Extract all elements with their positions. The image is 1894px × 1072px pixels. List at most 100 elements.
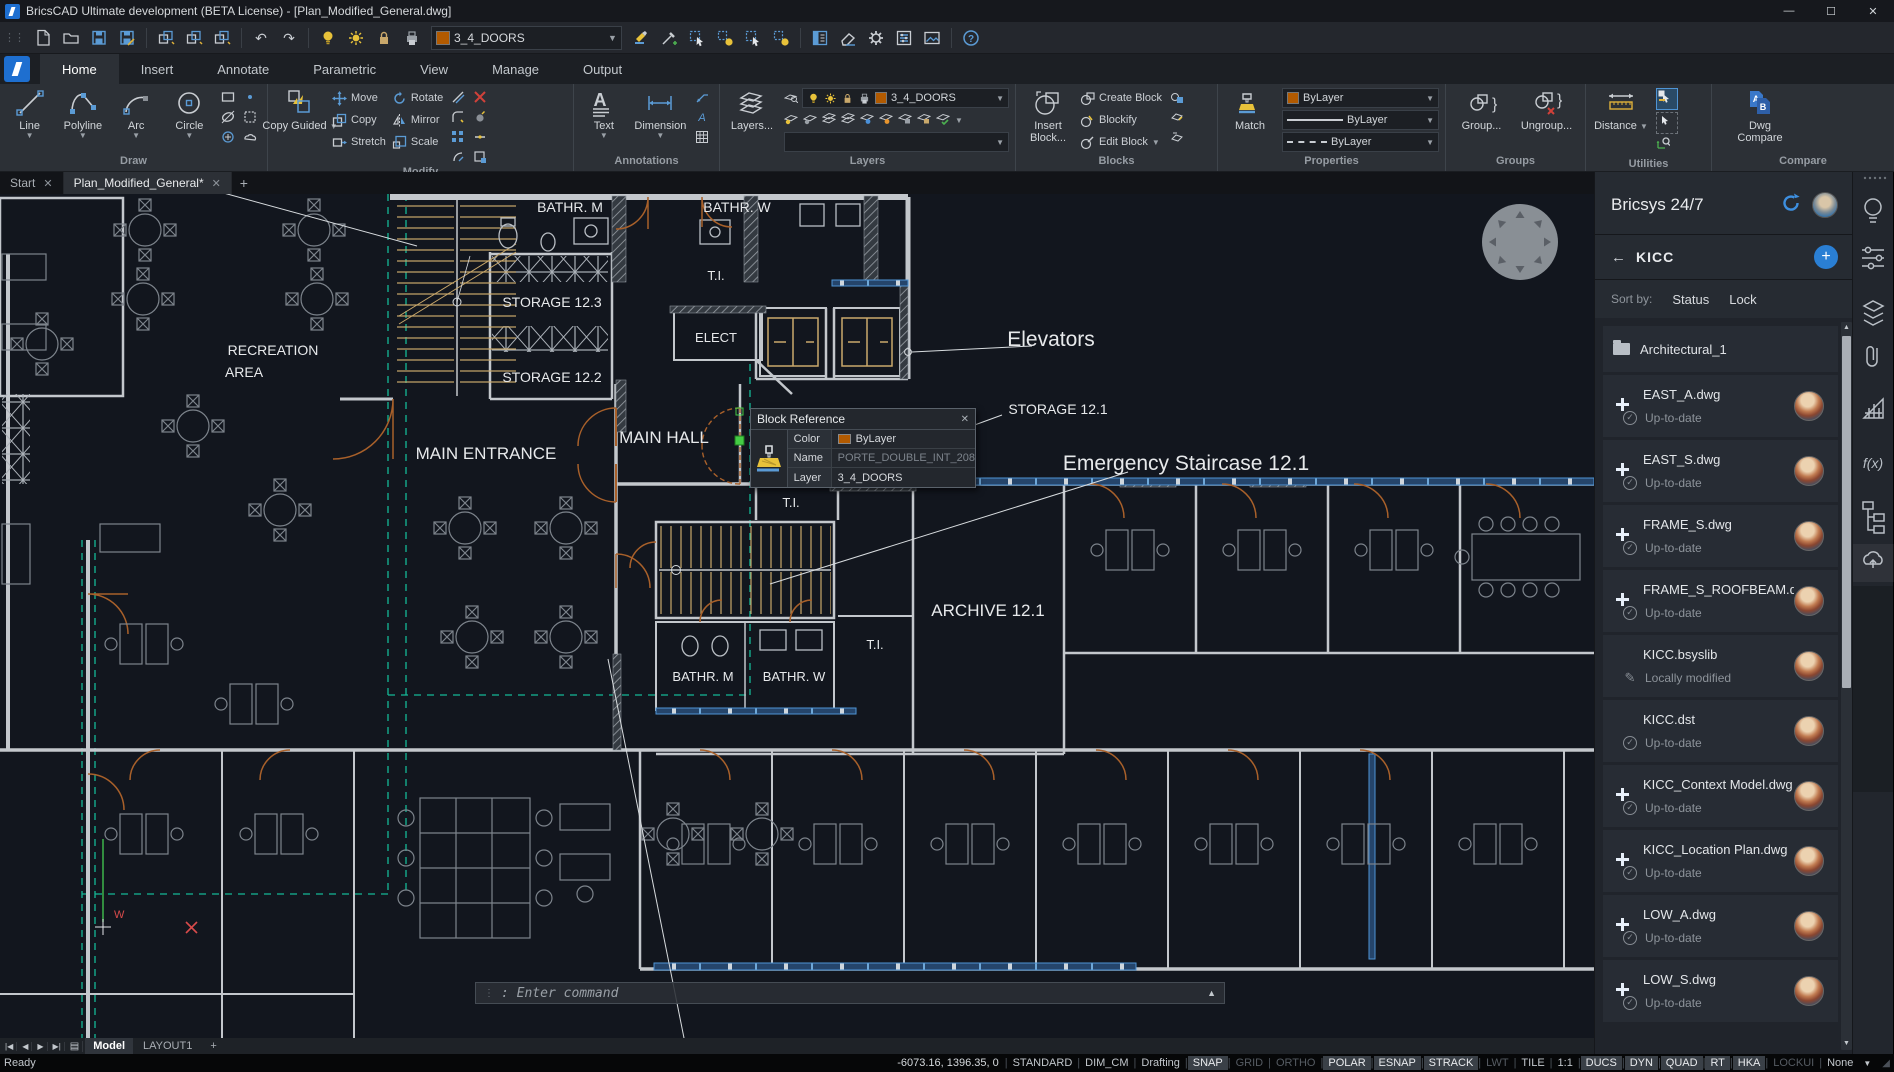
tab-layout1[interactable]: LAYOUT1: [135, 1038, 200, 1054]
tab-manage[interactable]: Manage: [470, 54, 561, 84]
status-grid[interactable]: GRID: [1231, 1056, 1269, 1070]
create-block-button[interactable]: Create Block: [1080, 88, 1162, 108]
rotate-button[interactable]: Rotate: [392, 88, 443, 108]
scale-button[interactable]: Scale: [392, 132, 443, 152]
tips-lightbulb-icon[interactable]: [1864, 198, 1882, 223]
insert-block-button[interactable]: Insert Block...: [1022, 88, 1074, 144]
drawing-canvas[interactable]: W BATHR. M BATHR. W T.I. STORAGE 12.3 EL…: [0, 194, 1594, 1038]
settings-button[interactable]: [863, 26, 889, 50]
text-style-tool-icon[interactable]: A: [693, 108, 711, 126]
layer-freeze-icon[interactable]: [343, 26, 369, 50]
select-dotted-icon[interactable]: [1656, 112, 1678, 134]
layer-state-icon-8[interactable]: [916, 111, 932, 130]
layer-plot-icon[interactable]: [399, 26, 425, 50]
move-button[interactable]: Move: [332, 88, 386, 108]
publish-button[interactable]: [181, 26, 207, 50]
select-fence-button[interactable]: [740, 26, 766, 50]
break-tool-icon[interactable]: [471, 128, 489, 146]
pedit-tool-icon[interactable]: [471, 148, 489, 166]
panel-scrollbar[interactable]: ▲ ▼: [1841, 322, 1852, 1050]
layer-state-icon-1[interactable]: [783, 111, 799, 130]
file-row[interactable]: FRAME_S_ROOFBEAM.dwg ✓Up-to-date: [1603, 570, 1838, 632]
layer-state-icon-3[interactable]: [821, 111, 837, 130]
file-row[interactable]: EAST_A.dwg ✓ Up-to-date: [1603, 375, 1838, 437]
maximize-button[interactable]: ☐: [1810, 0, 1852, 22]
dimension-button[interactable]: Dimension ▼: [634, 88, 687, 141]
attachments-icon[interactable]: [1866, 346, 1878, 367]
layer-state-icon-4[interactable]: [840, 111, 856, 130]
status-none[interactable]: None: [1822, 1056, 1858, 1070]
revcloud-tool-icon[interactable]: [241, 128, 259, 146]
sheet-set-icon[interactable]: [1862, 397, 1884, 419]
distance-button[interactable]: Distance ▼: [1592, 88, 1650, 132]
status-hka[interactable]: HKA: [1732, 1056, 1766, 1070]
floorplan-drawing[interactable]: W BATHR. M BATHR. W T.I. STORAGE 12.3 EL…: [0, 194, 1594, 1038]
application-button[interactable]: [4, 56, 30, 82]
point-tool-icon[interactable]: [241, 88, 259, 106]
command-prompt[interactable]: : Enter command: [501, 986, 618, 1001]
layer-state-icon-5[interactable]: [859, 111, 875, 130]
explode-tool-icon[interactable]: [471, 108, 489, 126]
close-icon[interactable]: ✕: [212, 177, 221, 190]
copy-guided-button[interactable]: Copy Guided ▼: [262, 88, 338, 132]
copy-button[interactable]: Copy: [332, 110, 386, 130]
tab-insert[interactable]: Insert: [119, 54, 196, 84]
group-button[interactable]: } Group...: [1454, 88, 1510, 132]
first-layout-icon[interactable]: |◀: [2, 1041, 18, 1051]
select-lasso-button[interactable]: [768, 26, 794, 50]
back-icon[interactable]: ←: [1611, 249, 1626, 266]
status-dropdown-icon[interactable]: ▼: [1858, 1058, 1876, 1069]
layer-lock-icon[interactable]: [371, 26, 397, 50]
dwg-compare-button[interactable]: AB Dwg Compare: [1730, 88, 1790, 144]
offset-tool-icon[interactable]: [449, 88, 467, 106]
command-grip[interactable]: ⋮: [484, 988, 494, 999]
status-ducs[interactable]: DUCS: [1580, 1056, 1622, 1070]
mirror-button[interactable]: Mirror: [392, 110, 443, 130]
stretch-button[interactable]: Stretch: [332, 132, 386, 152]
status-dyn[interactable]: DYN: [1624, 1056, 1658, 1070]
ribbon-layer-dropdown[interactable]: 3_4_DOORS ▼: [802, 88, 1009, 108]
sort-lock-button[interactable]: Lock: [1729, 292, 1756, 307]
toolbar-grip[interactable]: ⋮⋮: [4, 31, 25, 44]
status-rt[interactable]: RT: [1705, 1056, 1730, 1070]
attribute-edit-icon[interactable]: [1168, 108, 1186, 126]
hatch-tool-icon[interactable]: [241, 108, 259, 126]
status-quad[interactable]: QUAD: [1660, 1056, 1703, 1070]
layer-search-icon[interactable]: [783, 89, 799, 108]
new-file-button[interactable]: [30, 26, 56, 50]
text-button[interactable]: A Text ▼: [580, 88, 628, 141]
redo-button[interactable]: ↷: [276, 26, 302, 50]
export-button[interactable]: [153, 26, 179, 50]
edit-block-button[interactable]: Edit Block ▼: [1080, 132, 1162, 152]
select-mode-icon[interactable]: [1656, 88, 1678, 110]
line-button[interactable]: Line ▼: [6, 88, 53, 141]
tab-parametric[interactable]: Parametric: [291, 54, 398, 84]
tab-annotate[interactable]: Annotate: [195, 54, 291, 84]
status-strack[interactable]: STRACK: [1423, 1056, 1479, 1070]
layout-list-icon[interactable]: ▤: [67, 1040, 84, 1052]
layer-state-dropdown[interactable]: ▼: [784, 132, 1009, 152]
command-line[interactable]: ⋮ : Enter command ▲: [475, 982, 1225, 1004]
status-dimstyle[interactable]: DIM_CM: [1080, 1056, 1133, 1070]
refresh-icon[interactable]: [1780, 192, 1802, 219]
status-workspace[interactable]: Drafting: [1136, 1056, 1185, 1070]
layer-state-icon-6[interactable]: [878, 111, 894, 130]
status-tile[interactable]: TILE: [1516, 1056, 1549, 1070]
minimize-button[interactable]: —: [1768, 0, 1810, 22]
layer-state-icon-7[interactable]: [897, 111, 913, 130]
match-properties-big-button[interactable]: Match: [1224, 88, 1276, 132]
select-window-button[interactable]: [684, 26, 710, 50]
fillet-tool-icon[interactable]: [449, 108, 467, 126]
status-lockui[interactable]: LOCKUI: [1768, 1056, 1819, 1070]
table-tool-icon[interactable]: [693, 128, 711, 146]
close-icon[interactable]: ✕: [43, 177, 52, 190]
blockify-button[interactable]: Blockify: [1080, 110, 1162, 130]
trim-tool-icon[interactable]: [449, 148, 467, 166]
status-ortho[interactable]: ORTHO: [1271, 1056, 1321, 1070]
rectangle-tool-icon[interactable]: [219, 88, 237, 106]
next-layout-icon[interactable]: ▶: [34, 1041, 48, 1051]
select-highlight-button[interactable]: [712, 26, 738, 50]
status-polar[interactable]: POLAR: [1323, 1056, 1371, 1070]
tab-view[interactable]: View: [398, 54, 470, 84]
folder-row[interactable]: Architectural_1: [1603, 326, 1838, 372]
